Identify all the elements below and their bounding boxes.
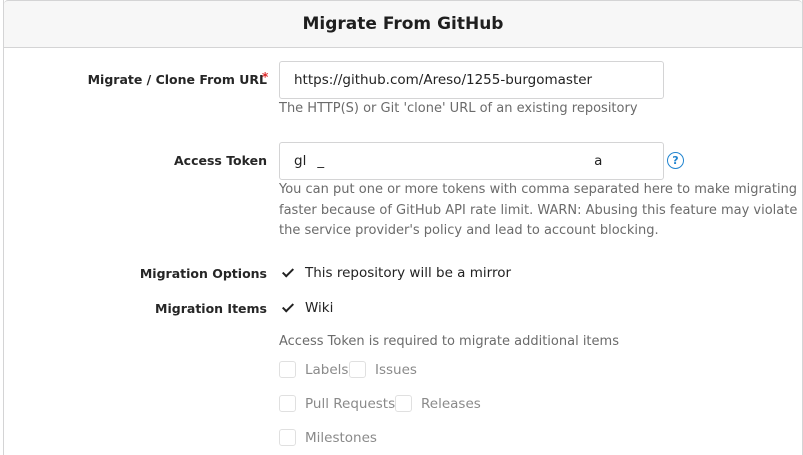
check-icon — [281, 264, 294, 278]
clone-url-label: Migrate / Clone From URL — [87, 72, 267, 87]
required-mark: * — [262, 70, 269, 84]
clone-url-input[interactable] — [279, 61, 664, 99]
labels-checkbox: Labels — [279, 361, 348, 378]
issues-label: Issues — [375, 361, 417, 378]
access-token-help: You can put one or more tokens with comm… — [279, 180, 797, 242]
mirror-checkbox[interactable]: This repository will be a mirror — [279, 264, 511, 281]
clone-url-help: The HTTP(S) or Git 'clone' URL of an exi… — [279, 101, 638, 116]
token-required-note: Access Token is required to migrate addi… — [279, 334, 619, 349]
page-title: Migrate From GitHub — [4, 0, 802, 48]
issues-checkbox: Issues — [349, 361, 417, 378]
releases-checkbox: Releases — [395, 395, 481, 412]
access-token-value-mid: _ — [317, 153, 325, 169]
checkbox-box — [279, 361, 296, 378]
access-token-help-line-2: faster because of GitHub API rate limit.… — [279, 202, 798, 218]
checkbox-box — [395, 395, 412, 412]
pull-requests-label: Pull Requests — [305, 395, 396, 412]
checkbox-box — [279, 429, 296, 446]
access-token-input[interactable]: gl _ a — [279, 142, 664, 180]
mirror-label: This repository will be a mirror — [305, 264, 512, 281]
migration-options-label: Migration Options — [139, 266, 267, 281]
wiki-label: Wiki — [305, 299, 334, 316]
milestones-checkbox: Milestones — [279, 429, 377, 446]
access-token-help-line-1: You can put one or more tokens with comm… — [279, 182, 798, 197]
labels-label: Labels — [305, 361, 349, 378]
checkbox-box[interactable] — [279, 264, 296, 281]
wiki-checkbox[interactable]: Wiki — [279, 299, 333, 316]
releases-label: Releases — [421, 395, 481, 412]
checkbox-box — [349, 361, 366, 378]
check-icon — [281, 299, 294, 313]
checkbox-box[interactable] — [279, 299, 296, 316]
access-token-label: Access Token — [173, 153, 267, 168]
access-token-value-start: gl — [294, 153, 307, 169]
access-token-help-line-3: the service provider's policy and lead t… — [279, 223, 659, 238]
milestones-label: Milestones — [305, 429, 377, 446]
pull-requests-checkbox: Pull Requests — [279, 395, 395, 412]
checkbox-box — [279, 395, 296, 412]
access-token-value-end: a — [594, 153, 603, 169]
question-circle-icon[interactable]: ? — [667, 152, 684, 169]
migration-items-label: Migration Items — [155, 301, 267, 316]
